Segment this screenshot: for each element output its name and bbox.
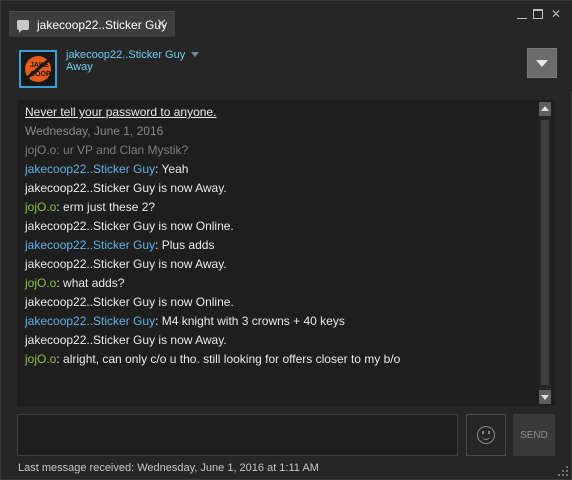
message-text: M4 knight with 3 crowns + 40 keys [161, 314, 345, 328]
sender-name[interactable]: jojO.o [25, 276, 56, 290]
title-bar: jakecoop22..Sticker Guy ✕ ✕ [1, 1, 572, 39]
chat-line: jakecoop22..Sticker Guy: Plus adds [25, 236, 535, 255]
tab-title: jakecoop22..Sticker Guy [37, 17, 168, 32]
chat-line: jakecoop22..Sticker Guy is now Away. [25, 179, 535, 198]
scrollbar[interactable] [539, 102, 551, 404]
scroll-down-icon[interactable] [539, 390, 551, 404]
chat-line: jojO.o: erm just these 2? [25, 198, 535, 217]
status-message: jakecoop22..Sticker Guy is now Away. [25, 181, 227, 195]
chat-line: jakecoop22..Sticker Guy is now Online. [25, 293, 535, 312]
avatar-logo-icon: JAKE COOP [21, 52, 55, 86]
sender-name[interactable]: jojO.o [25, 352, 56, 366]
friend-dropdown-icon[interactable] [191, 52, 199, 57]
chat-line: jojO.o: alright, can only c/o u tho. sti… [25, 350, 535, 369]
svg-text:COOP: COOP [30, 71, 51, 78]
tab-close-icon[interactable]: ✕ [156, 17, 167, 31]
chat-menu-button[interactable] [527, 48, 557, 78]
message-text: what adds? [63, 276, 125, 290]
chat-line: jakecoop22..Sticker Guy is now Away. [25, 331, 535, 350]
status-message: jakecoop22..Sticker Guy is now Online. [25, 295, 234, 309]
chat-line: jakecoop22..Sticker Guy is now Online. [25, 217, 535, 236]
chat-line: jakecoop22..Sticker Guy is now Away. [25, 255, 535, 274]
status-message: jakecoop22..Sticker Guy is now Online. [25, 219, 234, 233]
date-header: Wednesday, June 1, 2016 [25, 124, 164, 138]
chat-line: jakecoop22..Sticker Guy: M4 knight with … [25, 312, 535, 331]
message-text: Yeah [161, 162, 189, 176]
emoticon-button[interactable] [466, 414, 506, 456]
sender-name[interactable]: jakecoop22..Sticker Guy [25, 314, 155, 328]
security-warning: Never tell your password to anyone. [25, 105, 217, 119]
svg-text:JAKE: JAKE [30, 62, 49, 69]
chat-bubble-icon [17, 19, 29, 33]
message-text: alright, can only c/o u tho. still looki… [63, 352, 401, 366]
friend-header: JAKE COOP jakecoop22..Sticker Guy Away [1, 39, 572, 91]
chat-tab[interactable]: jakecoop22..Sticker Guy ✕ [9, 11, 175, 37]
friend-name[interactable]: jakecoop22..Sticker Guy [66, 49, 185, 61]
scroll-up-icon[interactable] [539, 102, 551, 116]
message-input[interactable] [17, 414, 458, 456]
sender-separator: : [155, 314, 162, 328]
sender-name[interactable]: jojO.o [25, 143, 56, 157]
scroll-thumb[interactable] [541, 120, 549, 385]
sender-separator: : [155, 238, 162, 252]
message-text: Plus adds [161, 238, 215, 252]
close-icon[interactable]: ✕ [549, 7, 563, 21]
resize-grip-icon[interactable] [558, 466, 568, 476]
chat-line: jojO.o: ur VP and Clan Mystik? [25, 141, 535, 160]
chat-window: jakecoop22..Sticker Guy ✕ ✕ JAKE COOP ja… [0, 0, 572, 480]
message-text: erm just these 2? [63, 200, 156, 214]
chat-line: jakecoop22..Sticker Guy: Yeah [25, 160, 535, 179]
message-history: Never tell your password to anyone. Wedn… [17, 100, 555, 406]
last-message-info: Last message received: Wednesday, June 1… [18, 462, 319, 474]
minimize-icon[interactable] [517, 9, 527, 19]
message-list: Never tell your password to anyone. Wedn… [25, 103, 535, 369]
status-message: jakecoop22..Sticker Guy is now Away. [25, 333, 227, 347]
avatar[interactable]: JAKE COOP [19, 50, 57, 88]
sender-name[interactable]: jakecoop22..Sticker Guy [25, 238, 155, 252]
avatar-image: JAKE COOP [21, 52, 55, 86]
chat-line: jojO.o: what adds? [25, 274, 535, 293]
send-button[interactable]: SEND [513, 414, 555, 456]
sender-name[interactable]: jakecoop22..Sticker Guy [25, 162, 155, 176]
message-text: ur VP and Clan Mystik? [63, 143, 189, 157]
sender-name[interactable]: jojO.o [25, 200, 56, 214]
smiley-icon [477, 426, 495, 444]
status-message: jakecoop22..Sticker Guy is now Away. [25, 257, 227, 271]
window-controls: ✕ [517, 7, 563, 21]
friend-status: Away [66, 61, 93, 73]
maximize-icon[interactable] [533, 9, 543, 19]
